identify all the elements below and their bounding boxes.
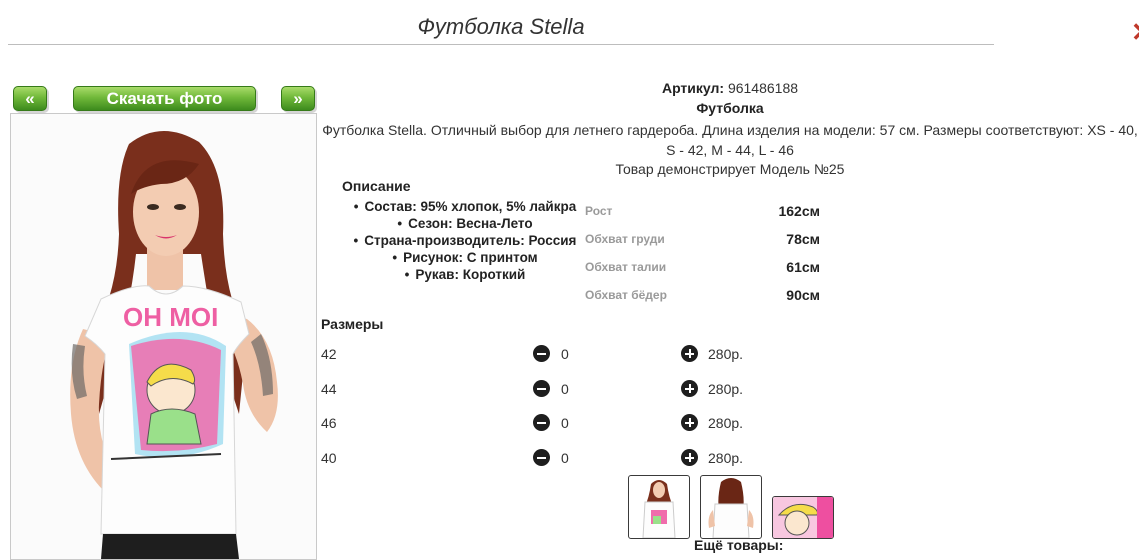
minus-icon[interactable] (533, 380, 550, 397)
plus-icon[interactable] (681, 449, 698, 466)
plus-icon[interactable] (681, 380, 698, 397)
param-name: Рост (585, 204, 613, 218)
param-row: Обхват талии 61см (585, 256, 825, 284)
param-value: 78см (786, 231, 820, 247)
feature-item: Страна-производитель: Россия (340, 232, 590, 249)
description-heading: Описание (342, 178, 411, 194)
quantity-value: 0 (561, 346, 569, 362)
download-photo-button[interactable]: Скачать фото (73, 86, 256, 111)
more-products-heading: Ещё товары: (694, 537, 784, 553)
print-text: OH MOI (123, 302, 218, 332)
product-description: Футболка Stella. Отличный выбор для летн… (322, 122, 1138, 158)
model-params-table: Рост 162см Обхват груди 78см Обхват тали… (585, 200, 825, 312)
price-value: 280р. (708, 346, 744, 362)
price-value: 280р. (708, 381, 744, 397)
minus-icon[interactable] (533, 345, 550, 362)
product-photo[interactable]: OH MOI (10, 113, 317, 560)
feature-item: Рисунок: С принтом (340, 249, 590, 266)
plus-icon[interactable] (681, 345, 698, 362)
quantity-value: 0 (561, 381, 569, 397)
prev-photo-button[interactable]: « (13, 86, 47, 111)
param-value: 61см (786, 259, 820, 275)
size-label: 40 (321, 450, 337, 466)
thumbnail-print-image (773, 497, 833, 538)
sizes-heading: Размеры (321, 316, 384, 332)
article-value: 961486188 (727, 80, 799, 96)
feature-item: Сезон: Весна-Лето (340, 215, 590, 232)
model-note: Товар демонстрирует Модель №25 (615, 161, 845, 177)
quantity-value: 0 (561, 450, 569, 466)
param-row: Рост 162см (585, 200, 825, 228)
product-kind: Футболка (696, 100, 764, 116)
size-label: 44 (321, 381, 337, 397)
feature-list: Состав: 95% хлопок, 5% лайкра Сезон: Вес… (340, 198, 590, 283)
param-value: 162см (778, 203, 820, 219)
close-icon[interactable]: ✕ (1131, 19, 1139, 45)
param-name: Обхват бёдер (585, 288, 667, 302)
param-name: Обхват груди (585, 232, 665, 246)
price-value: 280р. (708, 450, 744, 466)
next-photo-button[interactable]: » (281, 86, 315, 111)
plus-icon[interactable] (681, 414, 698, 431)
thumbnail-front-image (642, 480, 676, 538)
param-value: 90см (786, 287, 820, 303)
quantity-value: 0 (561, 415, 569, 431)
thumbnail-back[interactable] (700, 475, 762, 539)
thumbnail-print[interactable] (772, 496, 834, 539)
model-illustration: OH MOI (70, 130, 278, 559)
feature-item: Рукав: Короткий (340, 266, 590, 283)
price-value: 280р. (708, 415, 744, 431)
param-row: Обхват бёдер 90см (585, 284, 825, 312)
param-row: Обхват груди 78см (585, 228, 825, 256)
article-label: Артикул: (661, 80, 725, 96)
size-label: 42 (321, 346, 337, 362)
feature-item: Состав: 95% хлопок, 5% лайкра (340, 198, 590, 215)
page-title: Футболка Stella (8, 14, 994, 45)
minus-icon[interactable] (533, 414, 550, 431)
size-row: 42 0 280р. (321, 344, 781, 366)
article-line: Артикул: 961486188 (322, 80, 1138, 96)
thumbnail-front[interactable] (628, 475, 690, 539)
param-name: Обхват талии (585, 260, 667, 274)
size-row: 46 0 280р. (321, 413, 781, 435)
size-row: 44 0 280р. (321, 379, 781, 401)
size-label: 46 (321, 415, 337, 431)
thumbnail-back-image (708, 478, 754, 538)
minus-icon[interactable] (533, 449, 550, 466)
size-row: 40 0 280р. (321, 448, 781, 470)
